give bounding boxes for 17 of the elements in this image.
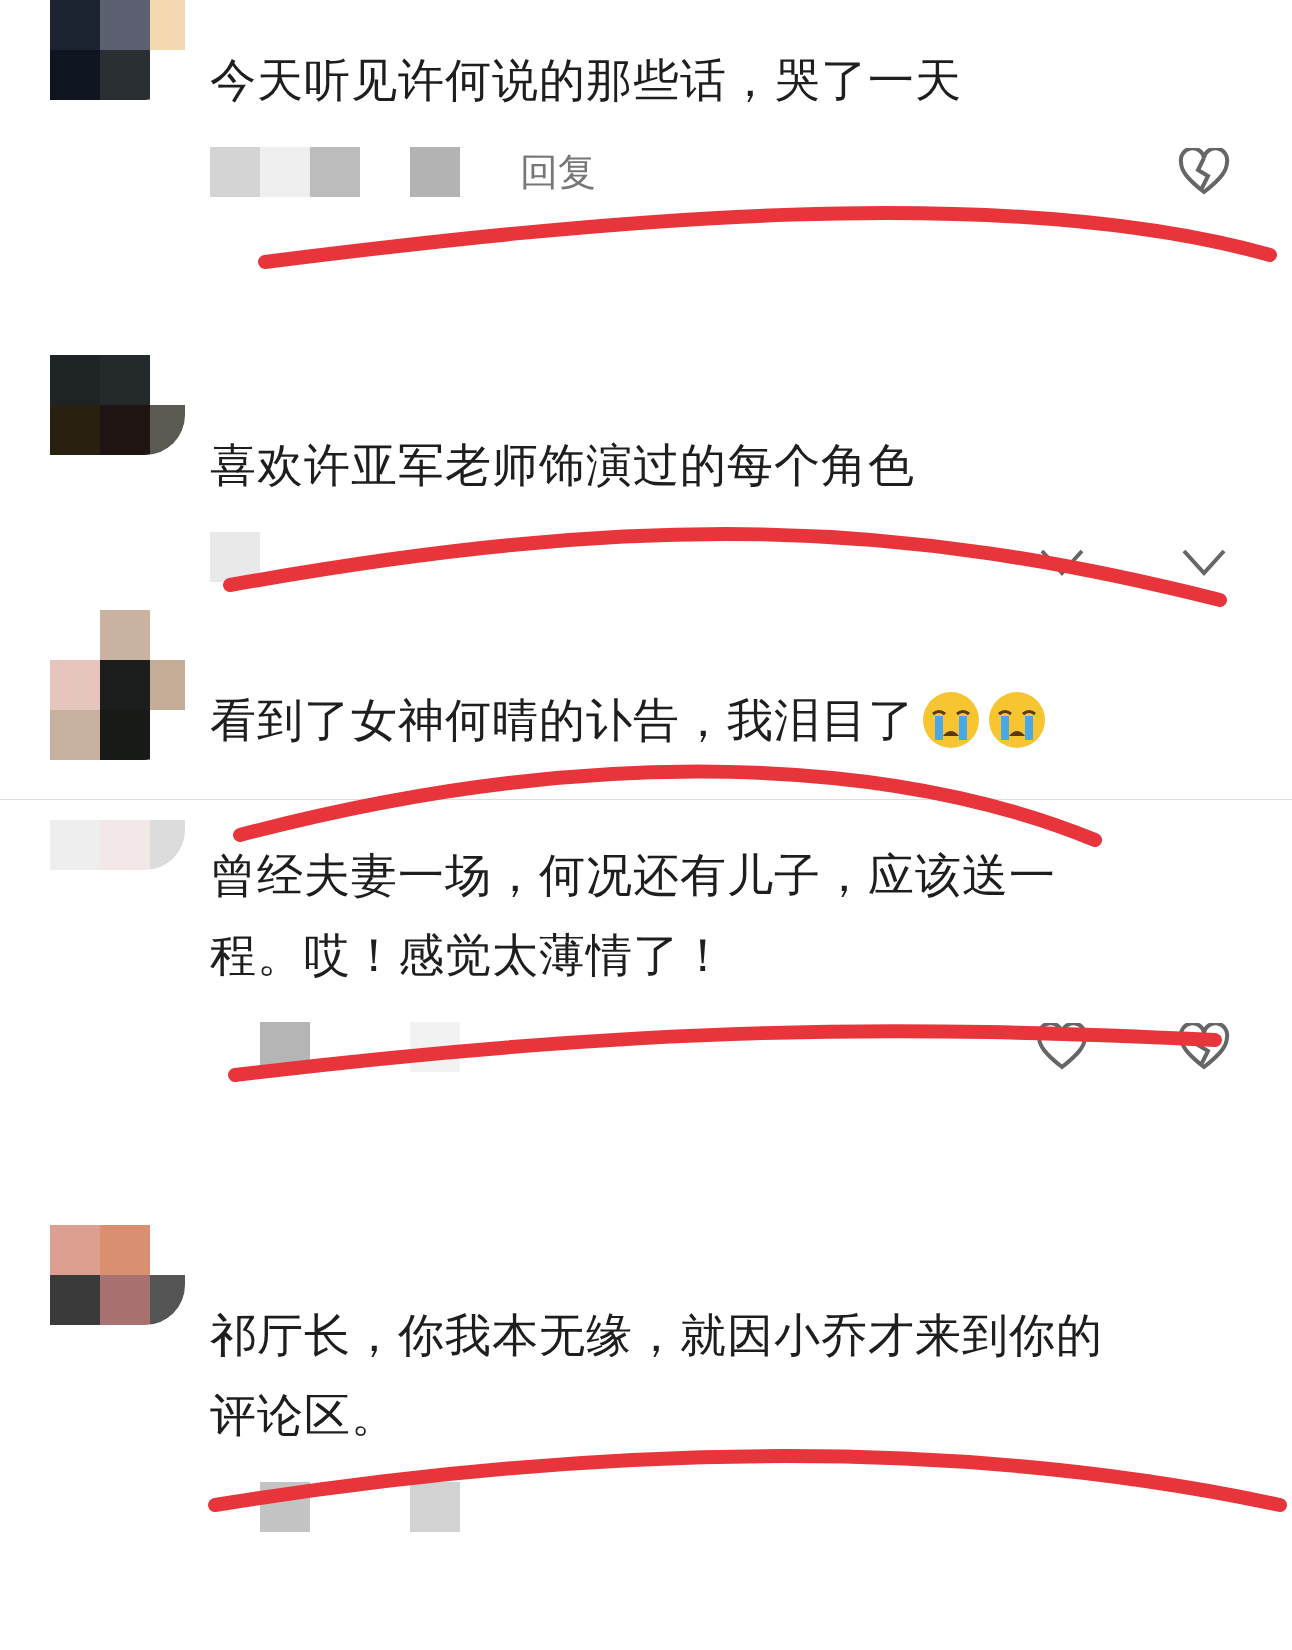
comment-text: 看到了女神何晴的讣告，我泪目了 xyxy=(210,692,915,749)
crying-face-icon xyxy=(987,690,1047,750)
comment-text: 曾经夫妻一场，何况还有儿子，应该送一 程。哎！感觉太薄情了！ xyxy=(210,847,1056,984)
broken-heart-icon[interactable] xyxy=(1178,148,1230,196)
mosaic-patch xyxy=(310,147,360,197)
mosaic-patch xyxy=(210,147,260,197)
mosaic-patch xyxy=(210,532,260,582)
comment-text: 今天听见许何说的那些话，哭了一天 xyxy=(210,52,962,109)
mosaic-patch xyxy=(410,147,460,197)
comment-text: 喜欢许亚军老师饰演过的每个角色 xyxy=(210,437,915,494)
crying-face-icon xyxy=(921,690,981,750)
broken-heart-icon[interactable] xyxy=(1178,1023,1230,1071)
mosaic-patch xyxy=(410,1482,460,1532)
comment-text: 祁厅长，你我本无缘，就因小乔才来到你的 评论区。 xyxy=(210,1307,1103,1444)
mosaic-patch xyxy=(260,147,310,197)
heart-icon[interactable] xyxy=(1036,1023,1088,1071)
reply-link[interactable]: 回复 xyxy=(520,146,596,198)
